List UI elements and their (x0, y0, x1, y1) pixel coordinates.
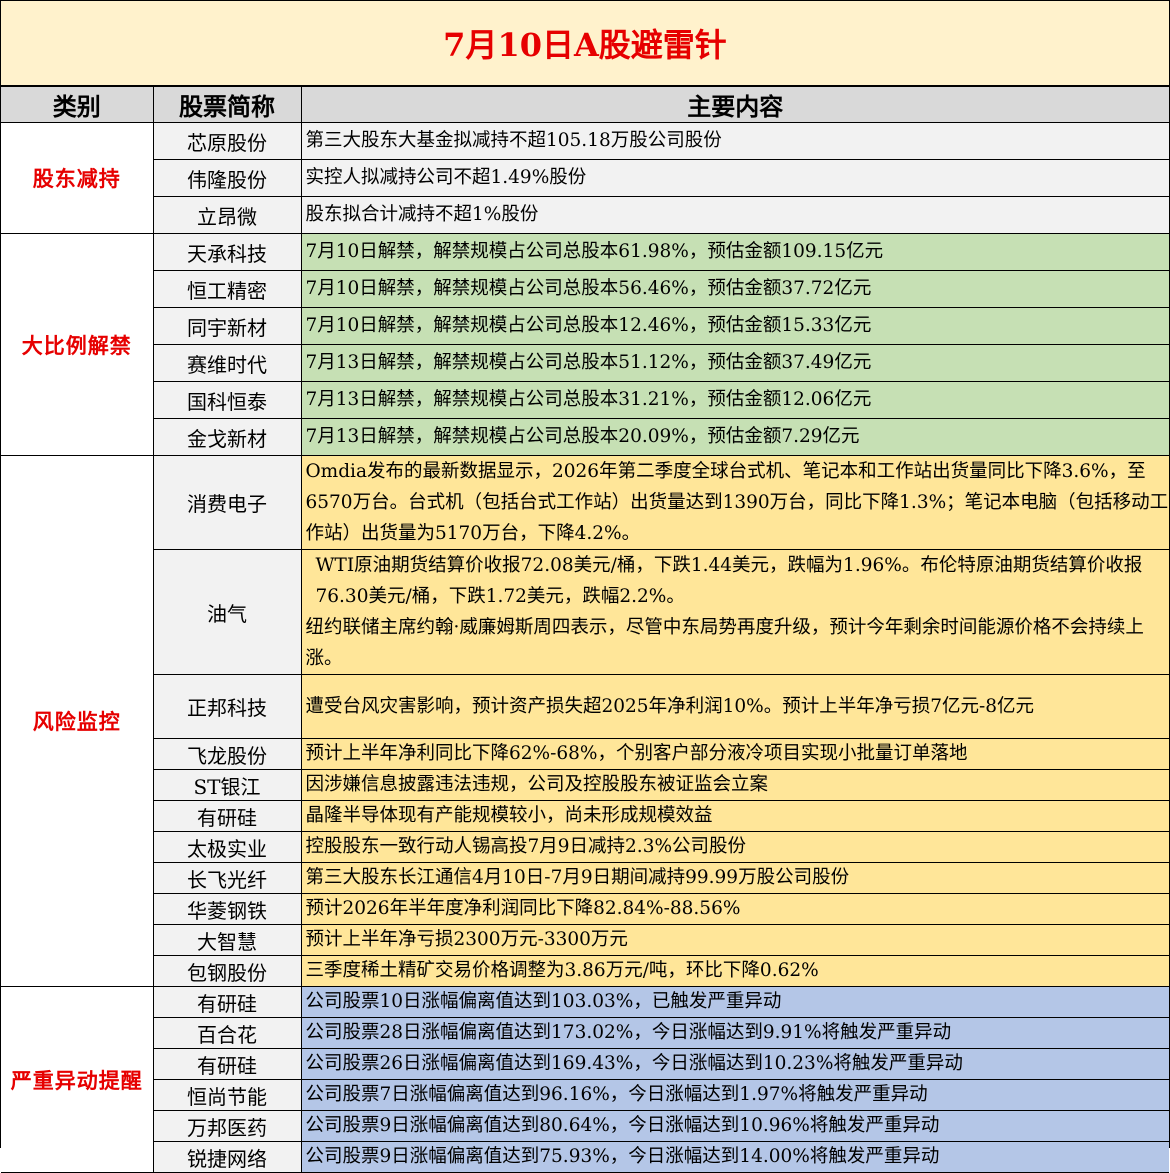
content-cell: 公司股票9日涨幅偏离值达到75.93%，今日涨幅达到14.00%将触发严重异动 (300, 1141, 1169, 1173)
content-cell: Omdia发布的最新数据显示，2026年第二季度全球台式机、笔记本和工作站出货量… (300, 455, 1169, 550)
content-cell: 7月10日解禁，解禁规模占公司总股本56.46%，预估金额37.72亿元 (300, 270, 1169, 308)
stock-name: 百合花 (153, 1017, 302, 1049)
stock-name: 赛维时代 (153, 344, 302, 382)
content-cell: 7月10日解禁，解禁规模占公司总股本61.98%，预估金额109.15亿元 (300, 233, 1169, 271)
content-cell: 遭受台风灾害影响，预计资产损失超2025年净利润10%。预计上半年净亏损7亿元-… (300, 674, 1169, 739)
stock-name: 有研硅 (153, 1048, 302, 1080)
content-cell: 三季度稀土精矿交易价格调整为3.86万元/吨，环比下降0.62% (300, 955, 1169, 987)
category-label: 严重异动提醒 (1, 986, 154, 1173)
stock-name: 立昂微 (153, 196, 302, 234)
content-paragraph: WTI原油期货结算价收报72.08美元/桶，下跌1.44美元，跌幅为1.96%。… (315, 555, 1143, 607)
stock-name: 万邦医药 (153, 1110, 302, 1142)
stock-name: 包钢股份 (153, 955, 302, 987)
stock-name: 金戈新材 (153, 418, 302, 456)
header-stock: 股票简称 (152, 86, 302, 123)
content-cell: 7月13日解禁，解禁规模占公司总股本51.12%，预估金额37.49亿元 (300, 344, 1169, 382)
content-cell: 实控人拟减持公司不超1.49%股份 (300, 159, 1169, 197)
header-content: 主要内容 (300, 86, 1169, 123)
header-category: 类别 (1, 86, 154, 123)
stock-name: 芯原股份 (152, 122, 302, 160)
content-cell: 公司股票10日涨幅偏离值达到103.03%，已触发严重异动 (300, 986, 1169, 1018)
category-label: 大比例解禁 (1, 233, 154, 456)
group-shareholder-reduction: 股东减持 芯原股份 第三大股东大基金拟减持不超105.18万股公司股份 伟隆股份… (1, 122, 1169, 234)
group-abnormal-alert: 严重异动提醒 有研硅 公司股票10日涨幅偏离值达到103.03%，已触发严重异动… (1, 986, 1169, 1173)
content-cell: 预计2026年半年度净利润同比下降82.84%-88.56% (300, 893, 1169, 925)
stock-name: 同宇新材 (153, 307, 302, 345)
content-cell: 公司股票26日涨幅偏离值达到169.43%，今日涨幅达到10.23%将触发严重异… (300, 1048, 1169, 1080)
content-cell: 7月10日解禁，解禁规模占公司总股本12.46%，预估金额15.33亿元 (300, 307, 1169, 345)
table-row: 赛维时代 7月13日解禁，解禁规模占公司总股本51.12%，预估金额37.49亿… (1, 344, 1169, 382)
stock-name: 消费电子 (152, 455, 302, 550)
content-cell: 预计上半年净利同比下降62%-68%，个别客户部分液冷项目实现小批量订单落地 (300, 738, 1169, 770)
stock-name: 大智慧 (153, 924, 302, 956)
stock-name: 锐捷网络 (153, 1141, 302, 1173)
content-paragraph: 纽约联储主席约翰·威廉姆斯周四表示，尽管中东局势再度升级，预计今年剩余时间能源价… (305, 617, 1144, 669)
table-row: 锐捷网络 公司股票9日涨幅偏离值达到75.93%，今日涨幅达到14.00%将触发… (1, 1141, 1169, 1173)
content-cell: 7月13日解禁，解禁规模占公司总股本31.21%，预估金额12.06亿元 (300, 381, 1169, 419)
table-row: 百合花 公司股票28日涨幅偏离值达到173.02%，今日涨幅达到9.91%将触发… (1, 1017, 1169, 1049)
stock-name: 伟隆股份 (153, 159, 302, 197)
group-risk-monitor: 风险监控 消费电子 Omdia发布的最新数据显示，2026年第二季度全球台式机、… (1, 455, 1169, 987)
table-row: 金戈新材 7月13日解禁，解禁规模占公司总股本20.09%，预估金额7.29亿元 (1, 418, 1169, 456)
stock-name: 恒尚节能 (153, 1079, 302, 1111)
category-label: 股东减持 (1, 122, 154, 234)
stock-name: 华菱钢铁 (153, 893, 302, 925)
content-cell: 7月13日解禁，解禁规模占公司总股本20.09%，预估金额7.29亿元 (300, 418, 1169, 456)
table-row: 恒尚节能 公司股票7日涨幅偏离值达到96.16%，今日涨幅达到1.97%将触发严… (1, 1079, 1169, 1111)
table-row: 严重异动提醒 有研硅 公司股票10日涨幅偏离值达到103.03%，已触发严重异动 (1, 986, 1169, 1173)
stock-name: 太极实业 (153, 831, 302, 863)
table-row: 飞龙股份 预计上半年净利同比下降62%-68%，个别客户部分液冷项目实现小批量订… (1, 738, 1169, 770)
stock-name: ST银江 (153, 769, 302, 801)
stock-name: 长飞光纤 (153, 862, 302, 894)
stock-name: 恒工精密 (153, 270, 302, 308)
stock-name: 油气 (153, 549, 302, 675)
content-cell: 公司股票9日涨幅偏离值达到80.64%，今日涨幅达到10.96%将触发严重异动 (300, 1110, 1169, 1142)
category-label: 风险监控 (1, 455, 154, 987)
group-large-unlock: 大比例解禁 天承科技 7月10日解禁，解禁规模占公司总股本61.98%，预估金额… (1, 233, 1169, 456)
header-row: 类别 股票简称 主要内容 (1, 86, 1169, 123)
table-row: 大比例解禁 天承科技 7月10日解禁，解禁规模占公司总股本61.98%，预估金额… (1, 233, 1169, 456)
content-cell: WTI原油期货结算价收报72.08美元/桶，下跌1.44美元，跌幅为1.96%。… (300, 549, 1169, 675)
table-row: ST银江 因涉嫌信息披露违法违规，公司及控股股东被证监会立案 (1, 769, 1169, 801)
content-cell: 控股股东一致行动人锡高投7月9日减持2.3%公司股份 (300, 831, 1169, 863)
table-row: 油气 WTI原油期货结算价收报72.08美元/桶，下跌1.44美元，跌幅为1.9… (1, 549, 1169, 675)
table-row: 股东减持 芯原股份 第三大股东大基金拟减持不超105.18万股公司股份 (1, 122, 1169, 234)
content-cell: 晶隆半导体现有产能规模较小，尚未形成规模效益 (300, 800, 1169, 832)
table-row: 立昂微 股东拟合计减持不超1%股份 (1, 196, 1169, 234)
content-cell: 因涉嫌信息披露违法违规，公司及控股股东被证监会立案 (300, 769, 1169, 801)
stock-name: 天承科技 (152, 233, 302, 271)
table-row: 风险监控 消费电子 Omdia发布的最新数据显示，2026年第二季度全球台式机、… (1, 455, 1169, 987)
table-row: 有研硅 晶隆半导体现有产能规模较小，尚未形成规模效益 (1, 800, 1169, 832)
table-row: 有研硅 公司股票26日涨幅偏离值达到169.43%，今日涨幅达到10.23%将触… (1, 1048, 1169, 1080)
table-row: 包钢股份 三季度稀土精矿交易价格调整为3.86万元/吨，环比下降0.62% (1, 955, 1169, 987)
table-row: 万邦医药 公司股票9日涨幅偏离值达到80.64%，今日涨幅达到10.96%将触发… (1, 1110, 1169, 1142)
content-cell: 公司股票28日涨幅偏离值达到173.02%，今日涨幅达到9.91%将触发严重异动 (300, 1017, 1169, 1049)
stock-name: 有研硅 (153, 800, 302, 832)
stock-warning-sheet: 7月10日A股避雷针 类别 股票简称 主要内容 股东减持 芯原股份 第三大股东大… (0, 0, 1170, 1173)
table-row: 正邦科技 遭受台风灾害影响，预计资产损失超2025年净利润10%。预计上半年净亏… (1, 674, 1169, 739)
content-cell: 股东拟合计减持不超1%股份 (300, 196, 1169, 234)
table-row: 同宇新材 7月10日解禁，解禁规模占公司总股本12.46%，预估金额15.33亿… (1, 307, 1169, 345)
content-cell: 第三大股东大基金拟减持不超105.18万股公司股份 (300, 122, 1169, 160)
content-cell: 预计上半年净亏损2300万元-3300万元 (300, 924, 1169, 956)
table-row: 华菱钢铁 预计2026年半年度净利润同比下降82.84%-88.56% (1, 893, 1169, 925)
warning-table: 类别 股票简称 主要内容 股东减持 芯原股份 第三大股东大基金拟减持不超105.… (1, 86, 1169, 1173)
stock-name: 飞龙股份 (153, 738, 302, 770)
table-row: 大智慧 预计上半年净亏损2300万元-3300万元 (1, 924, 1169, 956)
content-cell: 公司股票7日涨幅偏离值达到96.16%，今日涨幅达到1.97%将触发严重异动 (300, 1079, 1169, 1111)
table-row: 长飞光纤 第三大股东长江通信4月10日-7月9日期间减持99.99万股公司股份 (1, 862, 1169, 894)
table-row: 伟隆股份 实控人拟减持公司不超1.49%股份 (1, 159, 1169, 197)
content-cell: 第三大股东长江通信4月10日-7月9日期间减持99.99万股公司股份 (300, 862, 1169, 894)
table-row: 恒工精密 7月10日解禁，解禁规模占公司总股本56.46%，预估金额37.72亿… (1, 270, 1169, 308)
stock-name: 有研硅 (152, 986, 302, 1018)
stock-name: 国科恒泰 (153, 381, 302, 419)
stock-name: 正邦科技 (153, 674, 302, 739)
table-row: 国科恒泰 7月13日解禁，解禁规模占公司总股本31.21%，预估金额12.06亿… (1, 381, 1169, 419)
table-row: 太极实业 控股股东一致行动人锡高投7月9日减持2.3%公司股份 (1, 831, 1169, 863)
sheet-title: 7月10日A股避雷针 (1, 1, 1169, 86)
